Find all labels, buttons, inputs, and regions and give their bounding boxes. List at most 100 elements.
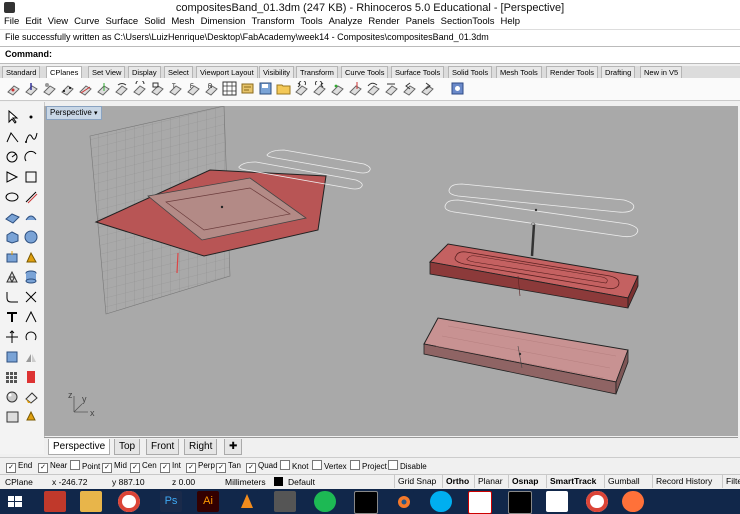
osnap-disable-checkbox[interactable] xyxy=(388,460,398,470)
save-cplane-icon[interactable] xyxy=(258,81,273,96)
viewport-tab-front[interactable]: Front xyxy=(146,439,180,455)
file-explorer-icon[interactable] xyxy=(80,491,102,512)
smarttrack-button[interactable]: SmartTrack xyxy=(546,475,599,488)
cplane-curve-icon[interactable] xyxy=(366,81,381,96)
osnap-knot-checkbox[interactable] xyxy=(280,460,290,470)
cplane-redo-icon[interactable] xyxy=(312,81,327,96)
cylinder-icon[interactable] xyxy=(24,270,39,284)
osnap-cen-checkbox[interactable]: ✓ xyxy=(130,463,140,473)
inkscape-icon[interactable] xyxy=(274,491,296,512)
osnap-point[interactable]: Point xyxy=(70,460,100,472)
cplane-z-axis-icon[interactable] xyxy=(96,81,111,96)
tab-visibility[interactable]: Visibility xyxy=(259,66,294,78)
cplane-prev-icon[interactable] xyxy=(402,81,417,96)
menu-analyze[interactable]: Analyze xyxy=(325,15,365,27)
surface-icon[interactable] xyxy=(5,210,20,224)
osnap-near-checkbox[interactable]: ✓ xyxy=(38,463,48,473)
viewport-dropdown-icon[interactable]: ▾ xyxy=(94,110,98,117)
viewport-title-perspective[interactable]: Perspective ▾ xyxy=(46,106,102,120)
start-button[interactable] xyxy=(4,491,26,512)
cplane-to-object-icon[interactable] xyxy=(42,81,57,96)
cplane-world-right-icon[interactable]: R xyxy=(204,81,219,96)
loft-icon[interactable] xyxy=(24,210,39,224)
cplane-view-icon[interactable] xyxy=(150,81,165,96)
osnap-project[interactable]: Project xyxy=(350,460,387,472)
offset-curve-icon[interactable] xyxy=(24,190,39,204)
cplane-through-icon[interactable] xyxy=(330,81,345,96)
polygon-icon[interactable] xyxy=(5,170,20,184)
osnap-perp-checkbox[interactable]: ✓ xyxy=(186,463,196,473)
osnap-button[interactable]: Osnap xyxy=(508,475,541,488)
menu-file[interactable]: File xyxy=(0,15,21,27)
status-units[interactable]: Millimeters xyxy=(225,476,266,488)
cplane-world-front-icon[interactable]: F xyxy=(186,81,201,96)
gumball-button[interactable]: Gumball xyxy=(604,475,643,488)
osnap-vertex-checkbox[interactable] xyxy=(312,460,322,470)
band-curve-1[interactable] xyxy=(266,149,371,174)
chrome-2-icon[interactable] xyxy=(586,491,608,512)
ortho-button[interactable]: Ortho xyxy=(442,475,472,488)
mirror-icon[interactable] xyxy=(24,350,39,364)
mold-pin[interactable] xyxy=(530,223,536,257)
osnap-tan-checkbox[interactable]: ✓ xyxy=(216,463,226,473)
tab-render-tools[interactable]: Render Tools xyxy=(546,66,599,78)
menu-panels[interactable]: Panels xyxy=(402,15,437,27)
tab-surface-tools[interactable]: Surface Tools xyxy=(391,66,445,78)
tab-viewport-layout[interactable]: Viewport Layout xyxy=(196,66,258,78)
trim-icon[interactable] xyxy=(24,290,39,304)
viewport-tab-top[interactable]: Top xyxy=(114,439,141,455)
cplane-normal-icon[interactable] xyxy=(348,81,363,96)
boolean-icon[interactable] xyxy=(24,250,39,264)
cplane-manager-icon[interactable] xyxy=(450,81,465,96)
terminal-icon[interactable] xyxy=(354,491,378,514)
mesh-icon[interactable] xyxy=(5,270,20,284)
menu-dimension[interactable]: Dimension xyxy=(197,15,248,27)
cplane-rotate-icon[interactable] xyxy=(132,81,147,96)
osnap-quad-checkbox[interactable]: ✓ xyxy=(246,463,256,473)
spotify-icon[interactable] xyxy=(314,491,336,512)
cplane-elevation-icon[interactable] xyxy=(24,81,39,96)
cplane-origin-icon[interactable] xyxy=(6,81,21,96)
photoshop-icon[interactable]: Ps xyxy=(160,491,182,512)
band-curve-3[interactable] xyxy=(448,183,635,213)
tab-mesh-tools[interactable]: Mesh Tools xyxy=(496,66,542,78)
menu-curve[interactable]: Curve xyxy=(70,15,101,27)
vlc-icon[interactable] xyxy=(236,491,258,512)
eagle-icon[interactable] xyxy=(468,491,492,514)
named-cplanes-icon[interactable] xyxy=(240,81,255,96)
point-icon[interactable] xyxy=(24,110,39,124)
osnap-quad[interactable]: ✓ Quad xyxy=(246,460,278,473)
tab-solid-tools[interactable]: Solid Tools xyxy=(448,66,493,78)
cplane-next-icon[interactable] xyxy=(420,81,435,96)
illustrator-icon[interactable]: Ai xyxy=(197,491,219,512)
osnap-int-checkbox[interactable]: ✓ xyxy=(160,463,170,473)
osnap-near[interactable]: ✓ Near xyxy=(38,460,67,473)
text-icon[interactable] xyxy=(24,310,39,324)
osnap-int[interactable]: ✓ Int xyxy=(160,460,181,473)
osnap-disable[interactable]: Disable xyxy=(388,460,427,472)
menu-render[interactable]: Render xyxy=(364,15,401,27)
planar-button[interactable]: Planar xyxy=(474,475,506,488)
array-icon[interactable] xyxy=(5,370,20,384)
menu-solid[interactable]: Solid xyxy=(140,15,167,27)
properties-icon[interactable] xyxy=(24,410,39,424)
grid-icon[interactable] xyxy=(222,81,237,96)
osnap-cen[interactable]: ✓ Cen xyxy=(130,460,157,473)
rectangle-icon[interactable] xyxy=(24,170,39,184)
osnap-tan[interactable]: ✓ Tan xyxy=(216,460,241,473)
render-icon[interactable] xyxy=(5,390,20,404)
menu-surface[interactable]: Surface xyxy=(101,15,140,27)
perspective-viewport[interactable]: z y x xyxy=(44,106,738,436)
viewport-tab-right[interactable]: Right xyxy=(184,439,218,455)
arc-icon[interactable] xyxy=(24,150,39,164)
analyze-icon[interactable] xyxy=(24,370,39,384)
command-input[interactable] xyxy=(50,48,740,63)
skype-icon[interactable] xyxy=(430,491,452,512)
status-cplane[interactable]: CPlane xyxy=(5,476,33,488)
cplane-x-axis-icon[interactable] xyxy=(78,81,93,96)
scale-icon[interactable] xyxy=(5,350,20,364)
menu-tools[interactable]: Tools xyxy=(296,15,324,27)
band-curve-4[interactable] xyxy=(444,199,639,238)
tab-set-view[interactable]: Set View xyxy=(88,66,126,78)
osnap-perp[interactable]: ✓ Perp xyxy=(186,460,215,473)
